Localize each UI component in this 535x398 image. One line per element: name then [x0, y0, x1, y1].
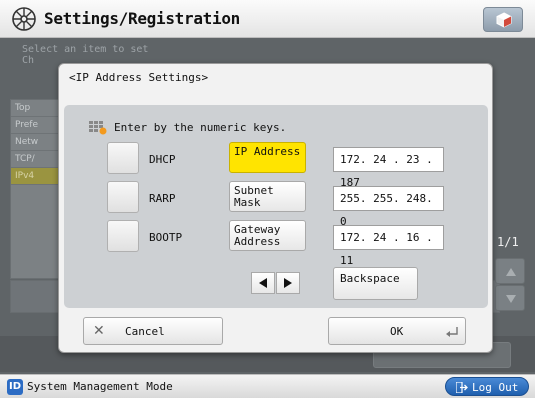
ok-button[interactable]: OK: [328, 317, 466, 345]
numeric-keypad-icon: [89, 121, 107, 135]
cursor-left-button[interactable]: [251, 272, 275, 294]
cancel-button[interactable]: ✕ Cancel: [83, 317, 223, 345]
ip-address-settings-dialog: <IP Address Settings> Enter by the numer…: [58, 63, 493, 353]
ip-address-field[interactable]: 172. 24 . 23 . 187: [333, 147, 444, 189]
arrow-right-icon: [284, 278, 292, 288]
page-title: Settings/Registration: [44, 9, 240, 28]
settings-wheel-icon: [12, 7, 36, 31]
gateway-address-field[interactable]: 172. 24 . 16 . 11: [333, 225, 444, 267]
cursor-right-button[interactable]: [276, 272, 300, 294]
rarp-toggle-button[interactable]: [107, 181, 139, 213]
dialog-title: <IP Address Settings>: [69, 71, 209, 84]
counter-check-button[interactable]: [483, 7, 523, 32]
rarp-label: RARP: [149, 192, 176, 205]
cancel-label: Cancel: [125, 325, 165, 338]
arrow-left-icon: [259, 278, 267, 288]
dhcp-toggle-button[interactable]: [107, 142, 139, 174]
triangle-up-icon: [506, 268, 516, 276]
close-icon: ✕: [93, 323, 105, 339]
ip-address-button[interactable]: IP Address: [229, 142, 306, 173]
gateway-address-button[interactable]: Gateway Address: [229, 220, 306, 251]
status-bar: ID System Management Mode Log Out: [0, 374, 535, 398]
instruction-text: Enter by the numeric keys.: [114, 121, 287, 134]
dhcp-label: DHCP: [149, 153, 176, 166]
log-out-label: Log Out: [472, 381, 519, 394]
enter-icon: [446, 327, 458, 337]
cube-icon: [496, 12, 512, 28]
page-indicator: 1/1: [497, 235, 519, 249]
system-management-icon: ID: [7, 379, 23, 395]
subnet-mask-field[interactable]: 255. 255. 248. 0: [333, 186, 444, 228]
triangle-down-icon: [506, 295, 516, 303]
log-out-button[interactable]: Log Out: [445, 377, 529, 396]
bootp-label: BOOTP: [149, 231, 183, 244]
ok-label: OK: [390, 325, 404, 338]
system-mode-text: System Management Mode: [27, 380, 173, 393]
bootp-toggle-button[interactable]: [107, 220, 139, 252]
log-out-icon: [456, 382, 468, 393]
subnet-mask-button[interactable]: Subnet Mask: [229, 181, 306, 212]
title-bar: Settings/Registration: [0, 0, 535, 38]
settings-panel: Enter by the numeric keys. DHCP RARP BOO…: [64, 105, 488, 308]
scroll-up-button[interactable]: [495, 258, 525, 284]
backspace-button[interactable]: Backspace: [333, 267, 418, 300]
scroll-down-button[interactable]: [495, 285, 525, 311]
